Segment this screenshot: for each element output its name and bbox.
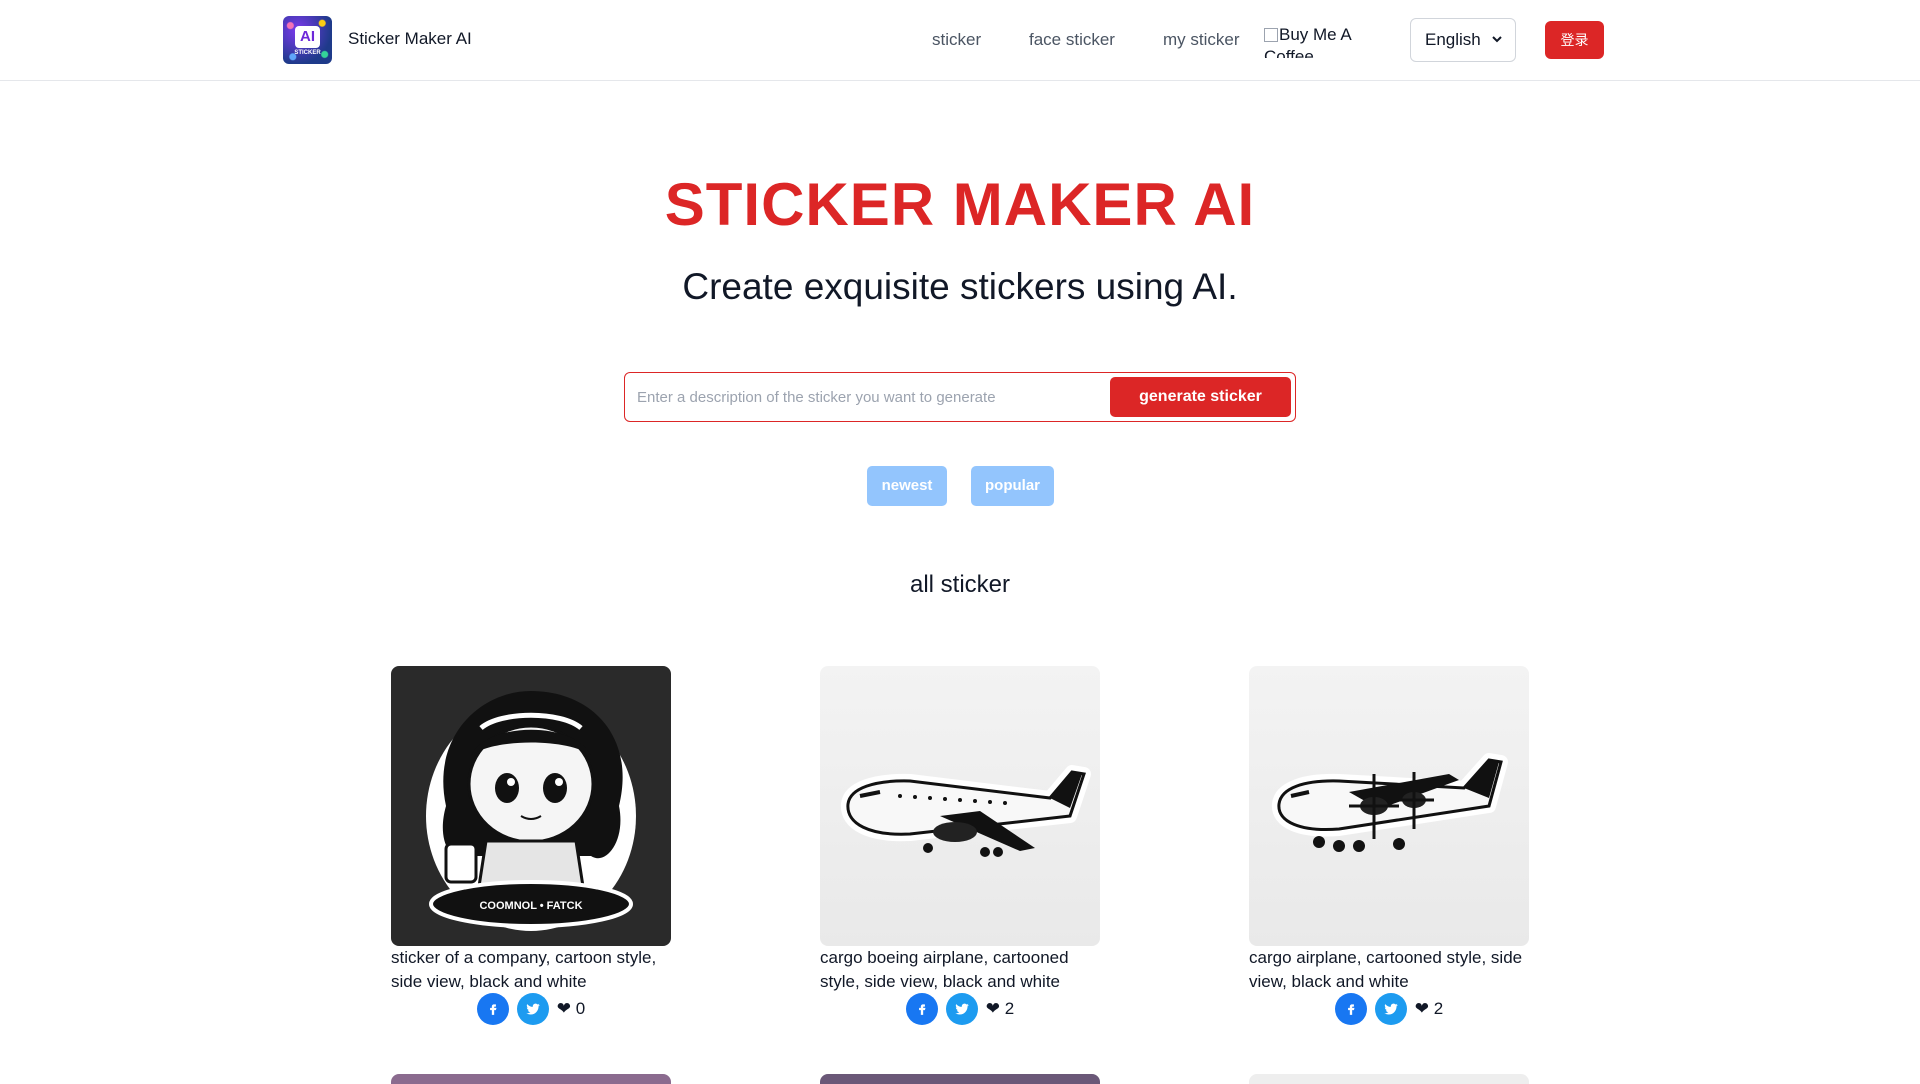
logo-subtext: STICKER	[294, 50, 321, 56]
nav-face-sticker[interactable]: face sticker	[1029, 30, 1115, 50]
language-value: English	[1425, 30, 1481, 49]
twitter-share-icon[interactable]	[1374, 993, 1407, 1025]
facebook-share-icon[interactable]	[1334, 993, 1367, 1025]
twitter-share-icon[interactable]	[945, 993, 978, 1025]
twitter-share-icon[interactable]	[516, 993, 549, 1025]
generate-sticker-button[interactable]: generate sticker	[1110, 377, 1291, 417]
language-select[interactable]: English	[1410, 18, 1516, 62]
app-logo[interactable]: AI STICKER	[283, 16, 332, 64]
broken-image-icon	[1264, 28, 1278, 42]
sticker-actions: ❤ 2	[1249, 993, 1529, 1025]
search-bar: generate sticker	[624, 372, 1296, 422]
boeing-airplane-sticker-image[interactable]	[820, 666, 1100, 946]
sticker-description: cargo boeing airplane, cartooned style, …	[820, 948, 1069, 991]
brand-name[interactable]: Sticker Maker AI	[348, 29, 472, 49]
section-title: all sticker	[909, 571, 1011, 598]
facebook-share-icon[interactable]	[905, 993, 938, 1025]
like-count[interactable]: ❤ 2	[1415, 999, 1443, 1019]
header: AI STICKER Sticker Maker AI sticker face…	[0, 0, 1920, 81]
filter-popular-button[interactable]: popular	[971, 466, 1054, 506]
sticker-description: cargo airplane, cartooned style, side vi…	[1249, 948, 1523, 991]
page-subtitle: Create exquisite stickers using AI.	[682, 266, 1238, 307]
sticker-card-peek[interactable]	[820, 1074, 1100, 1084]
nav-my-sticker[interactable]: my sticker	[1163, 30, 1240, 50]
sticker-actions: ❤ 2	[820, 993, 1100, 1025]
sticker-description-input[interactable]	[637, 383, 1097, 411]
sticker-card-peek[interactable]	[391, 1074, 671, 1084]
buy-me-a-coffee-link[interactable]: Buy Me A Coffee	[1264, 24, 1374, 58]
facebook-share-icon[interactable]	[476, 993, 509, 1025]
page-title: STICKER MAKER AI	[664, 171, 1256, 238]
chevron-down-icon	[1491, 19, 1503, 78]
nav-sticker[interactable]: sticker	[932, 30, 981, 50]
filter-newest-button[interactable]: newest	[867, 466, 947, 506]
sticker-badge-text: COOMNOL • FATCK	[479, 900, 582, 912]
sticker-description: sticker of a company, cartoon style, sid…	[391, 948, 657, 991]
like-count[interactable]: ❤ 2	[986, 999, 1014, 1019]
like-count[interactable]: ❤ 0	[557, 999, 585, 1019]
login-button[interactable]: 登录	[1545, 21, 1604, 59]
sticker-card-peek[interactable]	[1249, 1074, 1529, 1084]
propeller-airplane-sticker-image[interactable]	[1249, 666, 1529, 946]
logo-ai-text: AI	[295, 26, 320, 48]
sticker-actions: ❤ 0	[391, 993, 671, 1025]
cartoon-girl-sticker-image[interactable]: COOMNOL • FATCK	[391, 666, 671, 946]
